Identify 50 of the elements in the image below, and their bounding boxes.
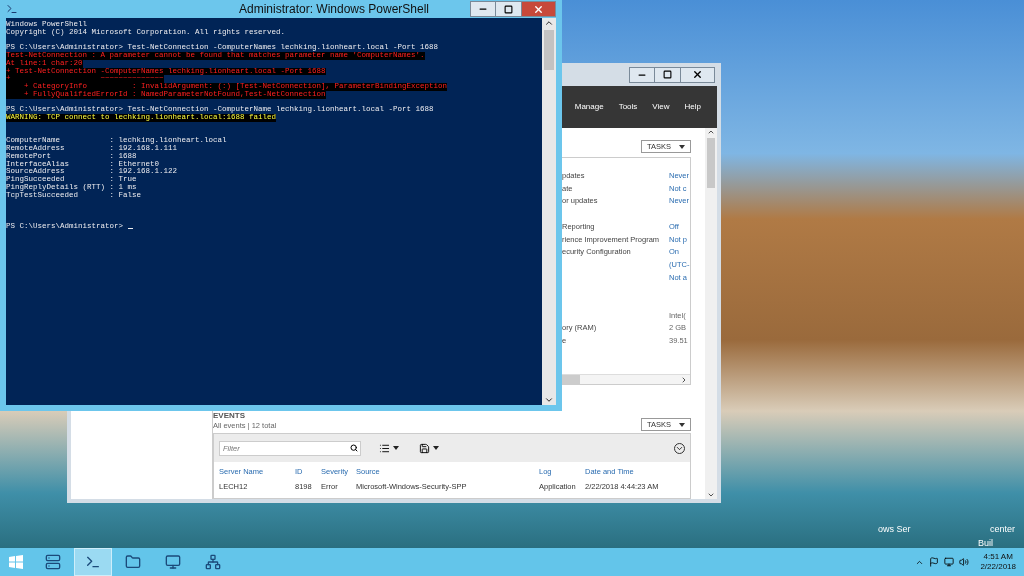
flag-icon[interactable] <box>929 557 940 567</box>
menu-item[interactable]: View <box>652 101 670 113</box>
search-icon <box>350 444 358 453</box>
menu-item[interactable]: Help <box>684 101 701 113</box>
save-icon <box>419 442 430 454</box>
clock-time: 4:51 AM <box>983 552 1013 562</box>
scrollbar[interactable] <box>705 128 717 499</box>
network-icon <box>205 554 221 570</box>
scroll-right-icon[interactable] <box>680 375 688 384</box>
scrollbar-thumb[interactable] <box>544 30 554 70</box>
horizontal-scrollbar[interactable] <box>562 374 690 384</box>
scroll-up-icon[interactable] <box>544 18 554 28</box>
maximize-button[interactable] <box>655 66 681 83</box>
caret-icon <box>679 422 685 427</box>
clock[interactable]: 4:51 AM 2/22/2018 <box>980 552 1016 572</box>
section-title: EVENTS <box>213 411 246 420</box>
powershell-icon <box>85 554 101 570</box>
maximize-icon <box>504 4 513 14</box>
close-button[interactable] <box>681 66 715 83</box>
server-icon <box>45 554 61 570</box>
scrollbar-thumb[interactable] <box>562 375 580 384</box>
minimize-button[interactable] <box>470 1 496 17</box>
minimize-button[interactable] <box>629 66 655 83</box>
desktop-watermark-text: ows Ser <box>878 523 911 536</box>
desktop-watermark-text: center <box>990 523 1015 536</box>
taskbar-app[interactable] <box>74 548 112 576</box>
caret-icon <box>679 144 685 149</box>
scroll-down-icon[interactable] <box>544 395 554 405</box>
scrollbar-thumb[interactable] <box>707 138 715 188</box>
save-button[interactable] <box>419 442 439 454</box>
scrollbar[interactable] <box>542 18 556 405</box>
powershell-icon <box>6 3 18 15</box>
scroll-down-icon[interactable] <box>707 491 715 499</box>
windows-logo-icon <box>9 555 23 569</box>
list-icon <box>379 442 390 454</box>
maximize-button[interactable] <box>496 1 522 17</box>
clock-date: 2/22/2018 <box>980 562 1016 572</box>
close-icon <box>692 69 703 80</box>
desktop-watermark-text: Buil <box>978 537 993 550</box>
folder-icon <box>125 554 141 570</box>
speaker-icon[interactable] <box>959 557 970 567</box>
monitor-icon[interactable] <box>944 557 955 567</box>
window-title: Administrator: Windows PowerShell <box>238 1 430 18</box>
text-cursor <box>127 227 133 230</box>
maximize-icon <box>663 70 672 79</box>
list-view-button[interactable] <box>379 442 399 454</box>
scroll-up-icon[interactable] <box>707 128 715 136</box>
close-icon <box>533 3 544 15</box>
menu-item[interactable]: Tools <box>618 101 638 113</box>
menu-item[interactable]: Manage <box>574 101 604 113</box>
